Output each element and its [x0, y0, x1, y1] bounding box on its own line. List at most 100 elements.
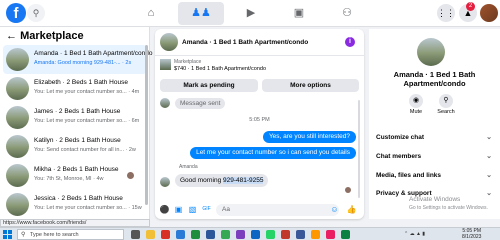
- edge-icon[interactable]: [176, 230, 185, 239]
- like-icon[interactable]: 👍: [346, 204, 357, 215]
- mute-button[interactable]: ◉ Mute: [401, 94, 431, 115]
- row-label: Media, files and links: [376, 172, 442, 179]
- taskbar-search-box[interactable]: ⚲ Type here to search: [17, 229, 124, 240]
- activate-windows-watermark: Activate Windows Go to Settings to activ…: [409, 196, 488, 212]
- excel-icon[interactable]: [191, 230, 200, 239]
- search-placeholder: Type here to search: [30, 232, 79, 238]
- chevron-down-icon: ⌄: [486, 172, 492, 179]
- listing-thumbnail: [6, 48, 29, 71]
- conversation-item[interactable]: Elizabeth · 2 Beds 1 Bath House You: Let…: [3, 74, 147, 103]
- conversation-item[interactable]: Amanda · 1 Bed 1 Bath Apartment/condo Am…: [3, 45, 153, 74]
- listing-thumbnail: [6, 106, 29, 129]
- conversation-item[interactable]: Jessica · 2 Beds 1 Bath House You: Let m…: [3, 190, 147, 219]
- notification-count-badge: 2: [466, 2, 475, 11]
- whatsapp-icon[interactable]: [266, 230, 275, 239]
- search-icon[interactable]: ⚲: [27, 4, 45, 22]
- account-avatar[interactable]: [480, 4, 498, 22]
- chat-avatar[interactable]: [160, 33, 178, 51]
- phone-number-link[interactable]: 929-481-9255: [223, 177, 264, 184]
- back-arrow-icon[interactable]: ←: [6, 30, 17, 42]
- taskbar-clock[interactable]: 5:05 PM 8/1/2023: [462, 228, 481, 240]
- conversation-preview: You: Let me your contact number so... · …: [34, 118, 140, 124]
- facebook-logo[interactable]: f: [6, 3, 26, 23]
- outlook-icon[interactable]: [251, 230, 260, 239]
- conversation-name: Jessica · 2 Beds 1 Bath House: [34, 195, 123, 202]
- conversation-preview: You: Let me your contact number so... · …: [34, 89, 140, 95]
- panel-title: Marketplace: [20, 30, 84, 42]
- list-scrollbar[interactable]: [145, 45, 148, 205]
- outgoing-message: Let me your contact number so i can send…: [190, 147, 356, 159]
- chevron-down-icon: ⌄: [486, 153, 492, 160]
- top-navigation-bar: f ⚲ ⌂ ♟♟ ▶ ▣ ⚇ ⋮⋮ ▲ 2: [0, 0, 500, 27]
- conversation-name: James · 2 Beds 1 Bath House: [34, 108, 121, 115]
- conversation-name: Mikha · 2 Beds 1 Bath House: [34, 166, 119, 173]
- message-input[interactable]: Aa: [216, 204, 339, 216]
- media-files-links-row[interactable]: Media, files and links ⌄: [376, 168, 494, 184]
- profile-name: Amanda · 1 Bed 1 Bath Apartment/condo: [393, 70, 476, 88]
- conversation-name: Katilyn · 2 Beds 1 Bath House: [34, 137, 121, 144]
- chrome-icon[interactable]: [221, 230, 230, 239]
- gaming-icon[interactable]: ⚇: [324, 2, 370, 25]
- conversation-name: Elizabeth · 2 Beds 1 Bath House: [34, 79, 128, 86]
- seen-avatar: [345, 187, 351, 193]
- sender-avatar: [160, 98, 170, 108]
- emoji-icon[interactable]: ☺: [329, 204, 340, 215]
- listing-label: Marketplace: [174, 59, 202, 65]
- gif-icon[interactable]: GIF: [201, 204, 212, 215]
- app-icon[interactable]: [326, 230, 335, 239]
- task-view-icon[interactable]: [131, 230, 140, 239]
- bell-icon: ◉: [409, 94, 423, 108]
- opera-icon[interactable]: [161, 230, 170, 239]
- conversation-name: Amanda · 1 Bed 1 Bath Apartment/condo: [34, 50, 153, 57]
- conversation-preview: Amanda: Good morning 929-481-... · 2s: [34, 60, 132, 66]
- mark-as-pending-button[interactable]: Mark as pending: [160, 79, 258, 92]
- photo-icon[interactable]: ▣: [173, 204, 184, 215]
- friends-icon[interactable]: ♟♟: [178, 2, 224, 25]
- file-explorer-icon[interactable]: [146, 230, 155, 239]
- watch-icon[interactable]: ▶: [228, 2, 274, 25]
- profile-avatar[interactable]: [417, 38, 445, 66]
- conversation-item[interactable]: Mikha · 2 Beds 1 Bath House You: 7th St,…: [3, 161, 147, 190]
- mic-icon[interactable]: ⚫: [159, 204, 170, 215]
- sender-avatar: [160, 177, 170, 187]
- marketplace-store-icon[interactable]: ▣: [276, 2, 322, 25]
- message-text: Good morning: [180, 177, 223, 184]
- clock-date: 8/1/2023: [462, 234, 482, 240]
- mute-label: Mute: [409, 109, 423, 115]
- marketplace-title: ← Marketplace: [6, 30, 84, 42]
- listing-thumbnail: [6, 164, 29, 187]
- app-icon[interactable]: [341, 230, 350, 239]
- word-icon[interactable]: [206, 230, 215, 239]
- windows-taskbar: ⚲ Type here to search ⌃ ☁ ▲ ▮ 5:05 PM 8/1/…: [0, 227, 500, 240]
- facebook-app-icon[interactable]: [296, 230, 305, 239]
- home-icon[interactable]: ⌂: [128, 2, 174, 25]
- watermark-title: Activate Windows: [409, 196, 461, 203]
- app-icon[interactable]: [311, 230, 320, 239]
- listing-price[interactable]: $740 · 1 Bed 1 Bath Apartment/condo: [174, 66, 266, 72]
- chat-members-row[interactable]: Chat members ⌄: [376, 149, 494, 165]
- search-label: Search: [437, 109, 455, 115]
- search-icon: ⚲: [439, 94, 453, 108]
- info-icon[interactable]: i: [345, 37, 355, 47]
- thread-scrollbar[interactable]: [358, 100, 360, 198]
- sticker-icon[interactable]: ▧: [187, 204, 198, 215]
- conversation-item[interactable]: Katilyn · 2 Beds 1 Bath House You: Send …: [3, 132, 147, 161]
- customize-chat-row[interactable]: Customize chat ⌄: [376, 130, 494, 146]
- listing-thumbnail: [6, 193, 29, 216]
- windows-start-icon[interactable]: [3, 230, 12, 239]
- chat-title[interactable]: Amanda · 1 Bed 1 Bath Apartment/condo: [182, 39, 308, 46]
- sender-name: Amanda: [179, 164, 198, 170]
- more-options-button[interactable]: More options: [262, 79, 359, 92]
- outgoing-message: Yes, are you still interested?: [262, 131, 356, 143]
- listing-thumbnail: [6, 77, 29, 100]
- status-bar-url: https://www.facebook.com/friends/: [0, 219, 150, 227]
- app-icon[interactable]: [281, 230, 290, 239]
- menu-grid-icon[interactable]: ⋮⋮: [437, 4, 455, 22]
- onenote-icon[interactable]: [236, 230, 245, 239]
- conversation-item[interactable]: James · 2 Beds 1 Bath House You: Let me …: [3, 103, 147, 132]
- search-button[interactable]: ⚲ Search: [431, 94, 461, 115]
- system-tray-icons[interactable]: ⌃ ☁ ▲ ▮: [404, 231, 425, 237]
- chevron-down-icon: ⌄: [486, 134, 492, 141]
- row-label: Chat members: [376, 153, 422, 160]
- listing-thumbnail[interactable]: [160, 59, 171, 70]
